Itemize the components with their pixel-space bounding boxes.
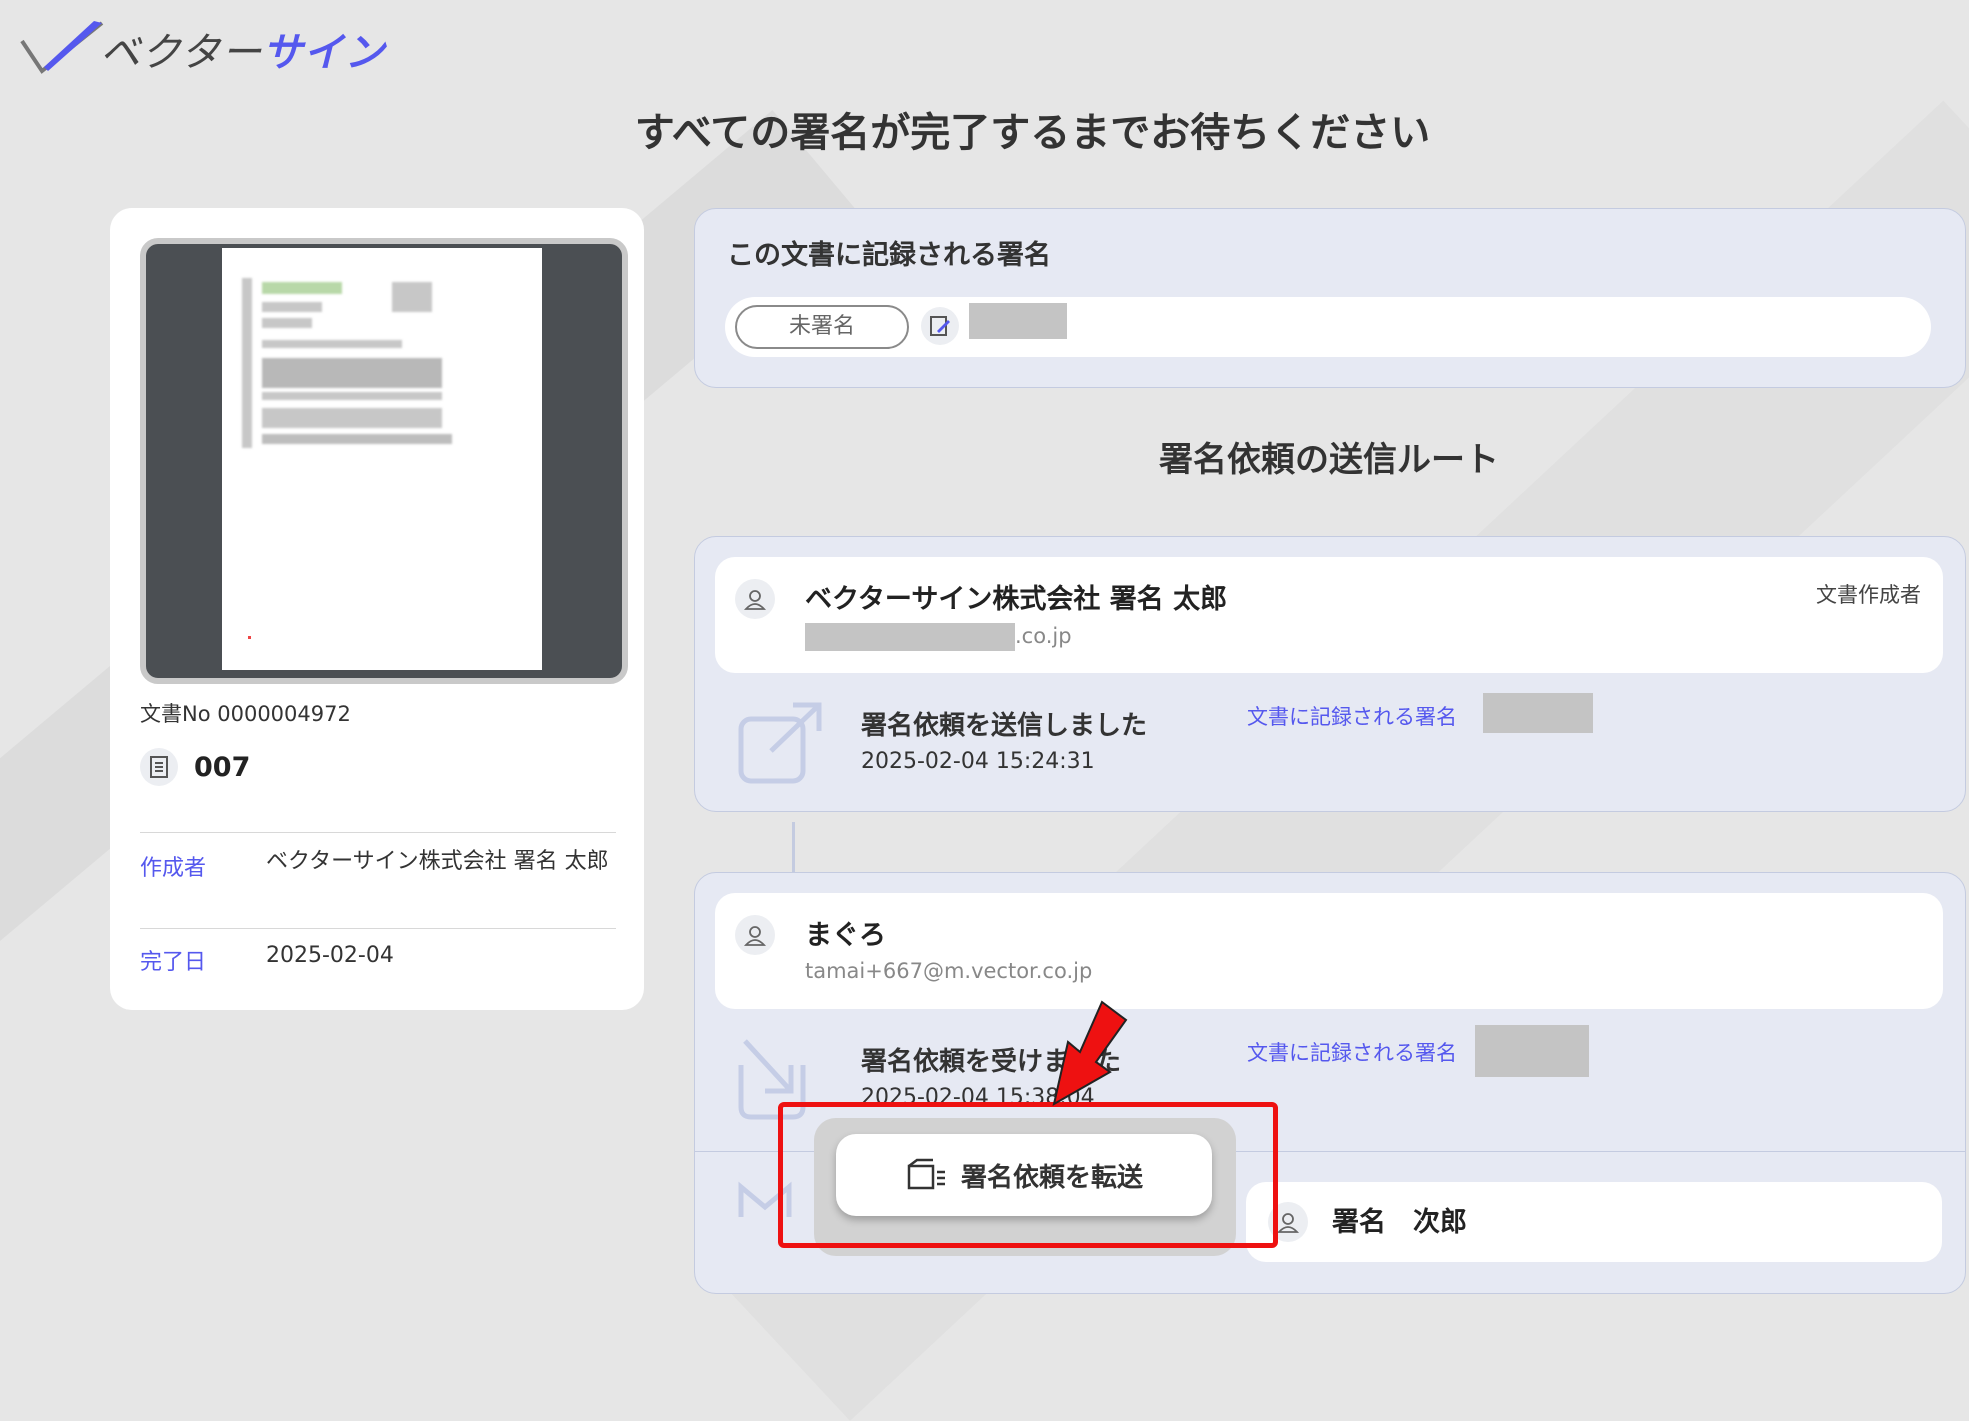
redacted-signature: [969, 303, 1067, 339]
edit-icon[interactable]: [921, 307, 959, 345]
document-icon: [140, 748, 178, 786]
completed-date-label: 完了日: [140, 950, 207, 975]
creator-value: ベクターサイン株式会社 署名 太郎: [266, 849, 609, 874]
user-icon: [735, 915, 775, 955]
divider: [140, 832, 616, 833]
signature-panel-title: この文書に記録される署名: [727, 240, 1051, 271]
person-card: ベクターサイン株式会社 署名 太郎 .co.jp 文書作成者: [715, 557, 1943, 673]
logo: ベクターサイン: [18, 14, 385, 84]
document-name: 007: [194, 752, 251, 783]
divider: [140, 928, 616, 929]
completed-date-value: 2025-02-04: [266, 943, 394, 968]
person-role: 文書作成者: [1816, 583, 1921, 607]
person-card: 署名 次郎: [1246, 1182, 1942, 1262]
signature-row: 未署名: [725, 297, 1931, 357]
person-name: まぐろ: [805, 920, 886, 951]
person-name: 署名 次郎: [1332, 1207, 1467, 1238]
person-email: tamai+667@m.vector.co.jp: [805, 959, 1093, 983]
send-icon: [738, 702, 822, 784]
person-name: ベクターサイン株式会社 署名 太郎: [805, 584, 1228, 615]
redacted-signature: [1483, 693, 1593, 733]
recorded-signature-link[interactable]: 文書に記録される署名: [1247, 1037, 1457, 1067]
route-connector: [792, 822, 795, 872]
redacted-signature: [1475, 1025, 1589, 1077]
action-timestamp: 2025-02-04 15:24:31: [861, 749, 1095, 774]
document-card: 文書No 0000004972 007 作成者 ベクターサイン株式会社 署名 太…: [110, 208, 644, 1010]
creator-label: 作成者: [140, 856, 207, 881]
checkmark-logo-icon: [20, 21, 104, 74]
pointer-arrow-icon: [1052, 1000, 1128, 1106]
route-step-1: ベクターサイン株式会社 署名 太郎 .co.jp 文書作成者 署名依頼を送信しま…: [694, 536, 1966, 812]
logo-text: ベクターサイン: [100, 30, 386, 76]
route-title: 署名依頼の送信ルート: [1159, 440, 1499, 480]
person-card: まぐろ tamai+667@m.vector.co.jp: [715, 893, 1943, 1009]
document-page-preview: [222, 248, 542, 670]
user-icon: [735, 579, 775, 619]
document-thumbnail[interactable]: [140, 238, 628, 684]
highlight-box: [778, 1102, 1278, 1248]
action-status: 署名依頼を送信しました: [861, 711, 1148, 741]
recorded-signature-link[interactable]: 文書に記録される署名: [1247, 701, 1457, 731]
unsigned-status-badge: 未署名: [735, 305, 909, 349]
signature-panel: この文書に記録される署名 未署名: [694, 208, 1966, 388]
page-title: すべての署名が完了するまでお待ちください: [634, 110, 1431, 156]
person-email: .co.jp: [805, 623, 1072, 651]
document-number: 文書No 0000004972: [140, 702, 351, 726]
